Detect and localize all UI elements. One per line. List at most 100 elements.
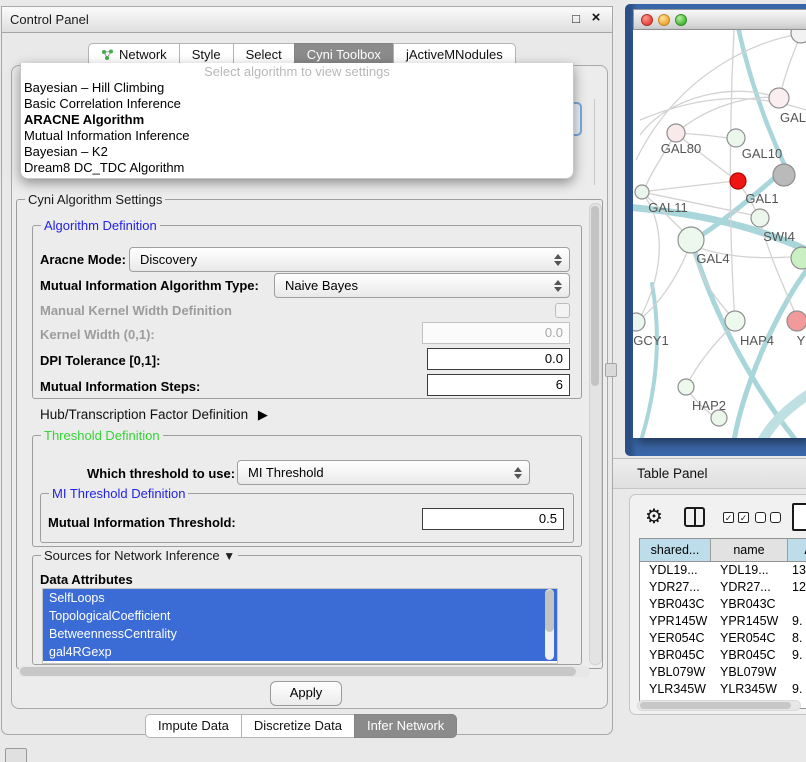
pane-divider-grip[interactable] (605, 363, 617, 377)
network-node-gal80[interactable] (667, 124, 685, 142)
mi-threshold-group-title: MI Threshold Definition (49, 486, 188, 501)
zoom-traffic-light[interactable] (675, 14, 687, 26)
bottom-tab-discretize-data[interactable]: Discretize Data (241, 714, 355, 738)
page-icon[interactable] (792, 503, 806, 531)
table-horizontal-scrollbar[interactable] (637, 700, 801, 711)
network-node-hap2[interactable] (678, 379, 694, 395)
network-node-y[interactable] (787, 311, 806, 331)
network-node[interactable] (773, 164, 795, 186)
network-node-gal10[interactable] (727, 129, 745, 147)
settings-group-title: Cyni Algorithm Settings (25, 192, 165, 207)
mi-threshold-field[interactable]: 0.5 (422, 508, 564, 530)
network-node-gal11[interactable] (635, 185, 649, 199)
network-node-label: GAL (780, 110, 806, 125)
network-canvas[interactable]: GALGAL80GAL10GAL1GAL11SWI4GAL4GCY1HAP4YH… (633, 30, 806, 438)
network-node-gal[interactable] (769, 88, 789, 108)
network-node-gal1[interactable] (751, 209, 769, 227)
network-nodes: GALGAL80GAL10GAL1GAL11SWI4GAL4GCY1HAP4YH… (633, 30, 806, 426)
table-row[interactable]: YDL19...YDL19...13 (640, 562, 806, 579)
table-row[interactable]: YDR27...YDR27...12 (640, 579, 806, 596)
unchecked-pair-icon[interactable] (755, 512, 781, 523)
network-node-hap4[interactable] (725, 311, 745, 331)
gear-icon[interactable]: ⚙ (645, 504, 663, 529)
scrollbar-thumb[interactable] (640, 702, 791, 709)
restore-icon[interactable]: □ (568, 11, 584, 26)
table-cell: YLR345W (640, 681, 711, 698)
mi-steps-field[interactable]: 6 (427, 374, 570, 396)
table-cell: 13 (788, 562, 806, 579)
aracne-mode-combobox[interactable]: Discovery (129, 247, 570, 272)
kernel-width-label: Kernel Width (0,1): (40, 327, 155, 342)
table-cell: YPR145W (711, 613, 788, 630)
sources-group-title[interactable]: Sources for Network Inference ▼ (41, 548, 238, 563)
table-cell: YBR043C (640, 596, 711, 613)
sources-title-text: Sources for Network Inference (44, 548, 220, 563)
table-row[interactable]: YLR345WYLR345W9. (640, 681, 806, 698)
algorithm-dropdown-list: Bayesian – Hill ClimbingBasic Correlatio… (21, 80, 573, 176)
table-cell: YER054C (711, 630, 788, 647)
table-cell: YPR145W (640, 613, 711, 630)
control-panel-titlebar: Control Panel □ × (2, 7, 612, 33)
mi-threshold-label: Mutual Information Threshold: (48, 515, 236, 530)
table-row[interactable]: YER054CYER054C8. (640, 630, 806, 647)
mi-type-combobox[interactable]: Naive Bayes (274, 273, 570, 298)
table-row[interactable]: YBR045CYBR045C9. (640, 647, 806, 664)
network-node[interactable] (730, 173, 746, 189)
table-cell: 12 (788, 579, 806, 596)
column-header-shared[interactable]: shared... (640, 539, 711, 561)
table-cell: 9. (788, 681, 806, 698)
network-node-label: Y (797, 333, 806, 348)
dpi-tolerance-field[interactable]: 0.0 (427, 348, 570, 370)
hub-definition-toggle[interactable]: Hub/Transcription Factor Definition ▶ (40, 407, 268, 423)
algorithm-dropdown-popup: Select algorithm to view settings Bayesi… (20, 63, 574, 179)
manual-kernel-checkbox[interactable] (555, 303, 570, 318)
attributes-scrollbar[interactable] (545, 589, 554, 660)
scrollbar-thumb[interactable] (591, 206, 599, 386)
attribute-item-topologicalcoefficient[interactable]: TopologicalCoefficient (43, 607, 557, 625)
table-row[interactable]: YPR145WYPR145W9. (640, 613, 806, 630)
network-window-titlebar[interactable] (633, 9, 806, 30)
network-node-swi4[interactable] (791, 247, 806, 269)
close-traffic-light[interactable] (641, 14, 653, 26)
table-row[interactable]: YBR043CYBR043C (640, 596, 806, 613)
network-node-gcy1[interactable] (633, 313, 645, 331)
node-table: shared...nameA YDL19...YDL19...13YDR27..… (639, 538, 806, 709)
apply-button[interactable]: Apply (270, 681, 342, 706)
column-header-name[interactable]: name (711, 539, 788, 561)
bottom-tab-infer-network[interactable]: Infer Network (354, 714, 457, 738)
checked-pair-icon[interactable]: ✓✓ (723, 512, 749, 523)
dropdown-item-dream8-dc-tdc-algorithm[interactable]: Dream8 DC_TDC Algorithm (21, 160, 573, 176)
kernel-width-field[interactable]: 0.0 (422, 322, 570, 344)
dropdown-item-mutual-information-inference[interactable]: Mutual Information Inference (21, 128, 573, 144)
settings-vertical-scrollbar[interactable] (589, 203, 602, 665)
network-node[interactable] (791, 30, 806, 43)
close-icon[interactable]: × (588, 9, 604, 26)
dropdown-item-basic-correlation-inference[interactable]: Basic Correlation Inference (21, 96, 573, 112)
hub-definition-label: Hub/Transcription Factor Definition (40, 407, 248, 422)
which-threshold-combobox[interactable]: MI Threshold (237, 460, 530, 485)
bottom-tab-bar: Impute DataDiscretize DataInfer Network (145, 714, 457, 738)
attribute-item-betweennesscentrality[interactable]: BetweennessCentrality (43, 625, 557, 643)
table-row[interactable]: YBL079WYBL079W (640, 664, 806, 681)
dropdown-item-aracne-algorithm[interactable]: ARACNE Algorithm (21, 112, 573, 128)
stepper-arrows-icon (510, 467, 526, 479)
bottom-tab-impute-data[interactable]: Impute Data (145, 714, 242, 738)
scrollbar-thumb[interactable] (545, 590, 554, 632)
dropdown-item-bayesian-hill-climbing[interactable]: Bayesian – Hill Climbing (21, 80, 573, 96)
mi-type-value: Naive Bayes (285, 278, 550, 293)
attribute-item-gal4rgexp[interactable]: gal4RGexp (43, 643, 557, 661)
columns-icon[interactable] (684, 507, 705, 527)
attribute-item-selfloops[interactable]: SelfLoops (43, 589, 557, 607)
minimize-traffic-light[interactable] (658, 14, 670, 26)
which-threshold-label: Which threshold to use: (87, 466, 235, 481)
dropdown-item-bayesian-k2[interactable]: Bayesian – K2 (21, 144, 573, 160)
column-header-a[interactable]: A (788, 539, 806, 561)
stepper-arrows-icon (550, 280, 566, 292)
network-node[interactable] (711, 410, 727, 426)
scrollbar-thumb[interactable] (20, 667, 576, 676)
settings-horizontal-scrollbar[interactable] (18, 666, 590, 677)
dock-chip[interactable] (5, 748, 27, 762)
table-cell: YDL19... (640, 562, 711, 579)
network-node-gal4[interactable] (678, 227, 704, 253)
table-cell: YBL079W (711, 664, 788, 681)
